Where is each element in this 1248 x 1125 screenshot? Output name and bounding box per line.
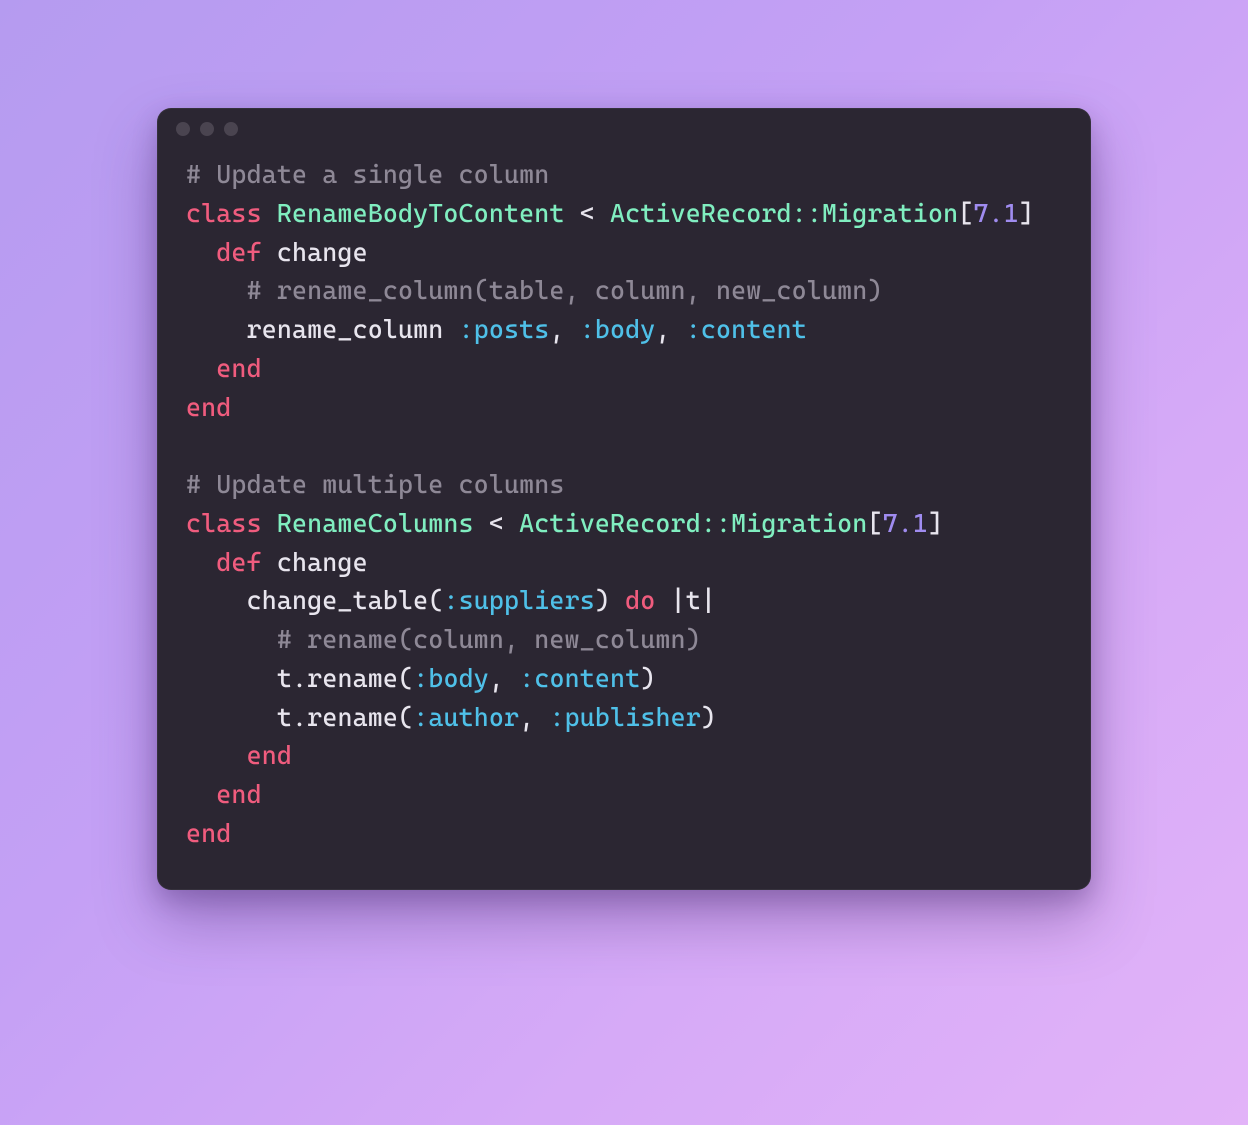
- code-comment: # rename(column, new_column): [186, 624, 701, 654]
- keyword-def: def: [186, 547, 277, 577]
- traffic-light-minimize-icon: [200, 122, 214, 136]
- method-call: rename_column: [247, 314, 444, 344]
- symbol-arg: :body: [413, 663, 489, 693]
- base-class: ActiveRecord::Migration: [519, 508, 867, 538]
- comma: ,: [549, 314, 579, 344]
- indent: [186, 314, 247, 344]
- indent: [186, 702, 277, 732]
- method-call: rename: [307, 702, 398, 732]
- dot: .: [292, 663, 307, 693]
- comma: ,: [655, 314, 685, 344]
- paren: (: [428, 585, 443, 615]
- symbol-arg: :content: [686, 314, 807, 344]
- block-param: t: [686, 585, 701, 615]
- symbol-arg: :content: [519, 663, 640, 693]
- window-titlebar: [158, 109, 1090, 149]
- indent: [186, 585, 247, 615]
- bracket: [: [958, 198, 973, 228]
- space: [443, 314, 458, 344]
- method-name: change: [277, 237, 368, 267]
- base-class: ActiveRecord::Migration: [610, 198, 958, 228]
- code-comment: # rename_column(table, column, new_colum…: [186, 275, 883, 305]
- code-comment: # Update multiple columns: [186, 469, 565, 499]
- bracket: ]: [1019, 198, 1034, 228]
- class-name: RenameBodyToContent: [277, 198, 565, 228]
- symbol-arg: :suppliers: [443, 585, 594, 615]
- method-call: change_table: [247, 585, 429, 615]
- bracket: ]: [928, 508, 943, 538]
- operator: <: [474, 508, 519, 538]
- keyword-do: do: [625, 585, 655, 615]
- symbol-arg: :body: [580, 314, 656, 344]
- paren: ): [640, 663, 655, 693]
- bracket: [: [867, 508, 882, 538]
- pipe: |: [655, 585, 685, 615]
- code-comment: # Update a single column: [186, 159, 549, 189]
- keyword-end: end: [186, 740, 292, 770]
- pipe: |: [701, 585, 716, 615]
- symbol-arg: :posts: [459, 314, 550, 344]
- keyword-end: end: [186, 353, 262, 383]
- comma: ,: [489, 663, 519, 693]
- dot: .: [292, 702, 307, 732]
- traffic-light-close-icon: [176, 122, 190, 136]
- receiver: t: [277, 702, 292, 732]
- symbol-arg: :author: [413, 702, 519, 732]
- receiver: t: [277, 663, 292, 693]
- code-window: # Update a single column class RenameBod…: [157, 108, 1091, 890]
- version-number: 7.1: [973, 198, 1018, 228]
- method-name: change: [277, 547, 368, 577]
- version-number: 7.1: [883, 508, 928, 538]
- code-area: # Update a single column class RenameBod…: [158, 149, 1090, 889]
- keyword-class: class: [186, 198, 277, 228]
- keyword-def: def: [186, 237, 277, 267]
- comma: ,: [519, 702, 549, 732]
- paren: (: [398, 663, 413, 693]
- keyword-end: end: [186, 818, 231, 848]
- keyword-end: end: [186, 779, 262, 809]
- indent: [186, 663, 277, 693]
- keyword-end: end: [186, 392, 231, 422]
- traffic-light-zoom-icon: [224, 122, 238, 136]
- class-name: RenameColumns: [277, 508, 474, 538]
- paren: (: [398, 702, 413, 732]
- paren: ): [595, 585, 625, 615]
- symbol-arg: :publisher: [549, 702, 700, 732]
- method-call: rename: [307, 663, 398, 693]
- keyword-class: class: [186, 508, 277, 538]
- code-block: # Update a single column class RenameBod…: [186, 155, 1062, 853]
- paren: ): [701, 702, 716, 732]
- operator: <: [565, 198, 610, 228]
